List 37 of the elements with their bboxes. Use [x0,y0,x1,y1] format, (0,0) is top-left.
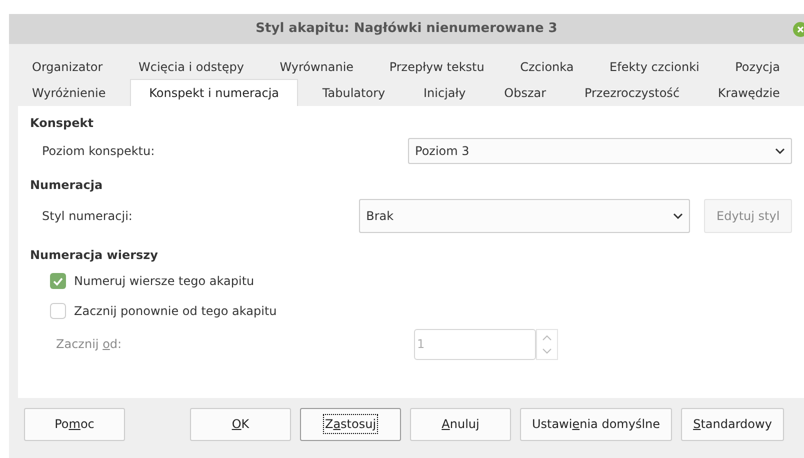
dialog-button[interactable]: Standardowy [681,408,784,440]
checkbox[interactable] [50,303,66,319]
spin-arrows-icon [536,328,558,360]
field-label: Styl numeracji: [42,208,134,225]
outline-level-dropdown[interactable]: Poziom 3 [408,138,792,164]
chevron-down-icon [673,213,684,219]
dialog-button[interactable]: Pomoc [24,408,125,440]
tab[interactable]: Wyrównanie [266,54,368,80]
checkbox-label: Numeruj wiersze tego akapitu [74,273,254,290]
section-heading: Konspekt [30,115,94,132]
tab[interactable]: Organizator [18,54,117,80]
tab[interactable]: Inicjały [410,80,480,106]
checked-checkbox[interactable] [50,273,66,289]
numbering-style-dropdown[interactable]: Brak [359,199,690,233]
dialog-button[interactable]: Ustawienia domyślne [520,408,672,440]
dialog-button[interactable]: Zastosuj [300,408,401,440]
field-label: Poziom konspektu: [42,143,156,160]
checkbox-label: Zacznij ponownie od tego akapitu [74,303,277,320]
close-icon[interactable] [793,22,804,37]
tab[interactable]: Przepływ tekstu [375,54,498,80]
tab[interactable]: Wyróżnienie [18,80,120,106]
section-heading: Numeracja [30,177,104,194]
tab[interactable]: Krawędzie [704,80,794,106]
tab[interactable]: Efekty czcionki [596,54,714,80]
tab[interactable]: Przezroczystość [570,80,694,106]
window-title: Styl akapitu: Nagłówki nienumerowane 3 [256,20,558,38]
tab[interactable]: Wcięcia i odstępy [124,54,258,80]
tab[interactable]: Tabulatory [308,80,400,106]
section-heading: Numeracja wierszy [30,247,159,264]
chevron-down-icon [775,148,785,154]
dialog-button[interactable]: Anuluj [410,408,511,440]
tab[interactable]: Czcionka [506,54,588,80]
tab[interactable]: Obszar [490,80,560,106]
field-label: Zacznij od: [56,336,123,353]
tab[interactable]: Pozycja [721,54,794,80]
tab[interactable]: Konspekt i numeracja [130,79,298,106]
dialog-button[interactable]: OK [190,408,291,440]
